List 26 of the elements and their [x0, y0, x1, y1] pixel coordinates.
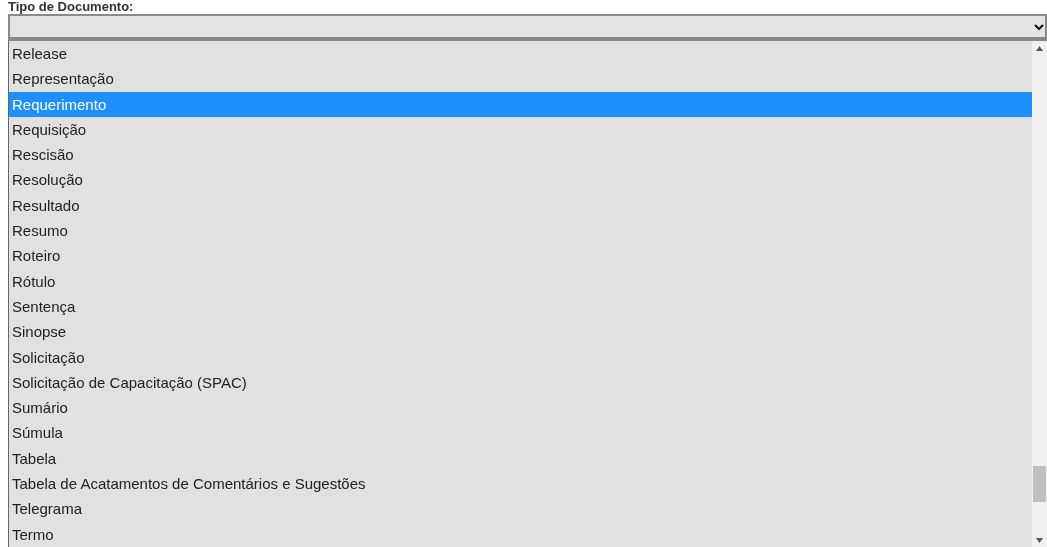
scrollbar[interactable] — [1032, 41, 1047, 547]
document-type-select[interactable] — [8, 14, 1047, 39]
list-option[interactable]: Telegrama — [9, 496, 1032, 522]
list-option[interactable]: Resultado — [9, 192, 1032, 219]
scroll-down-icon[interactable] — [1036, 538, 1043, 543]
list-option[interactable]: Tabela de Acatamentos de Comentários e Sugestões — [9, 471, 1032, 497]
field-label: Tipo de Documento: — [8, 0, 135, 14]
list-option[interactable]: Requisição — [9, 116, 1032, 143]
list-option[interactable]: Tabela — [9, 445, 1032, 472]
list-option[interactable]: Rescisão — [9, 142, 1032, 168]
list-option[interactable]: Resolução — [9, 167, 1032, 193]
list-option[interactable]: Representação — [9, 66, 1032, 92]
list-option[interactable]: Resumo — [9, 218, 1032, 244]
scrollbar-thumb[interactable] — [1033, 466, 1046, 502]
list-option[interactable]: Solicitação de Capacitação (SPAC) — [9, 369, 1032, 396]
list-option[interactable]: Termo — [9, 521, 1032, 547]
list-option[interactable]: Roteiro — [9, 243, 1032, 269]
list-option[interactable]: Súmula — [9, 420, 1032, 446]
chevron-down-icon — [1034, 22, 1044, 31]
list-option[interactable]: Sinopse — [9, 319, 1032, 345]
list-option[interactable]: Sumário — [9, 395, 1032, 421]
list-option[interactable]: Release — [9, 41, 1032, 67]
list-option[interactable]: Rótulo — [9, 268, 1032, 294]
list-option[interactable]: Sentença — [9, 293, 1032, 320]
list-option[interactable]: Solicitação — [9, 344, 1032, 370]
scroll-up-icon[interactable] — [1036, 46, 1043, 51]
